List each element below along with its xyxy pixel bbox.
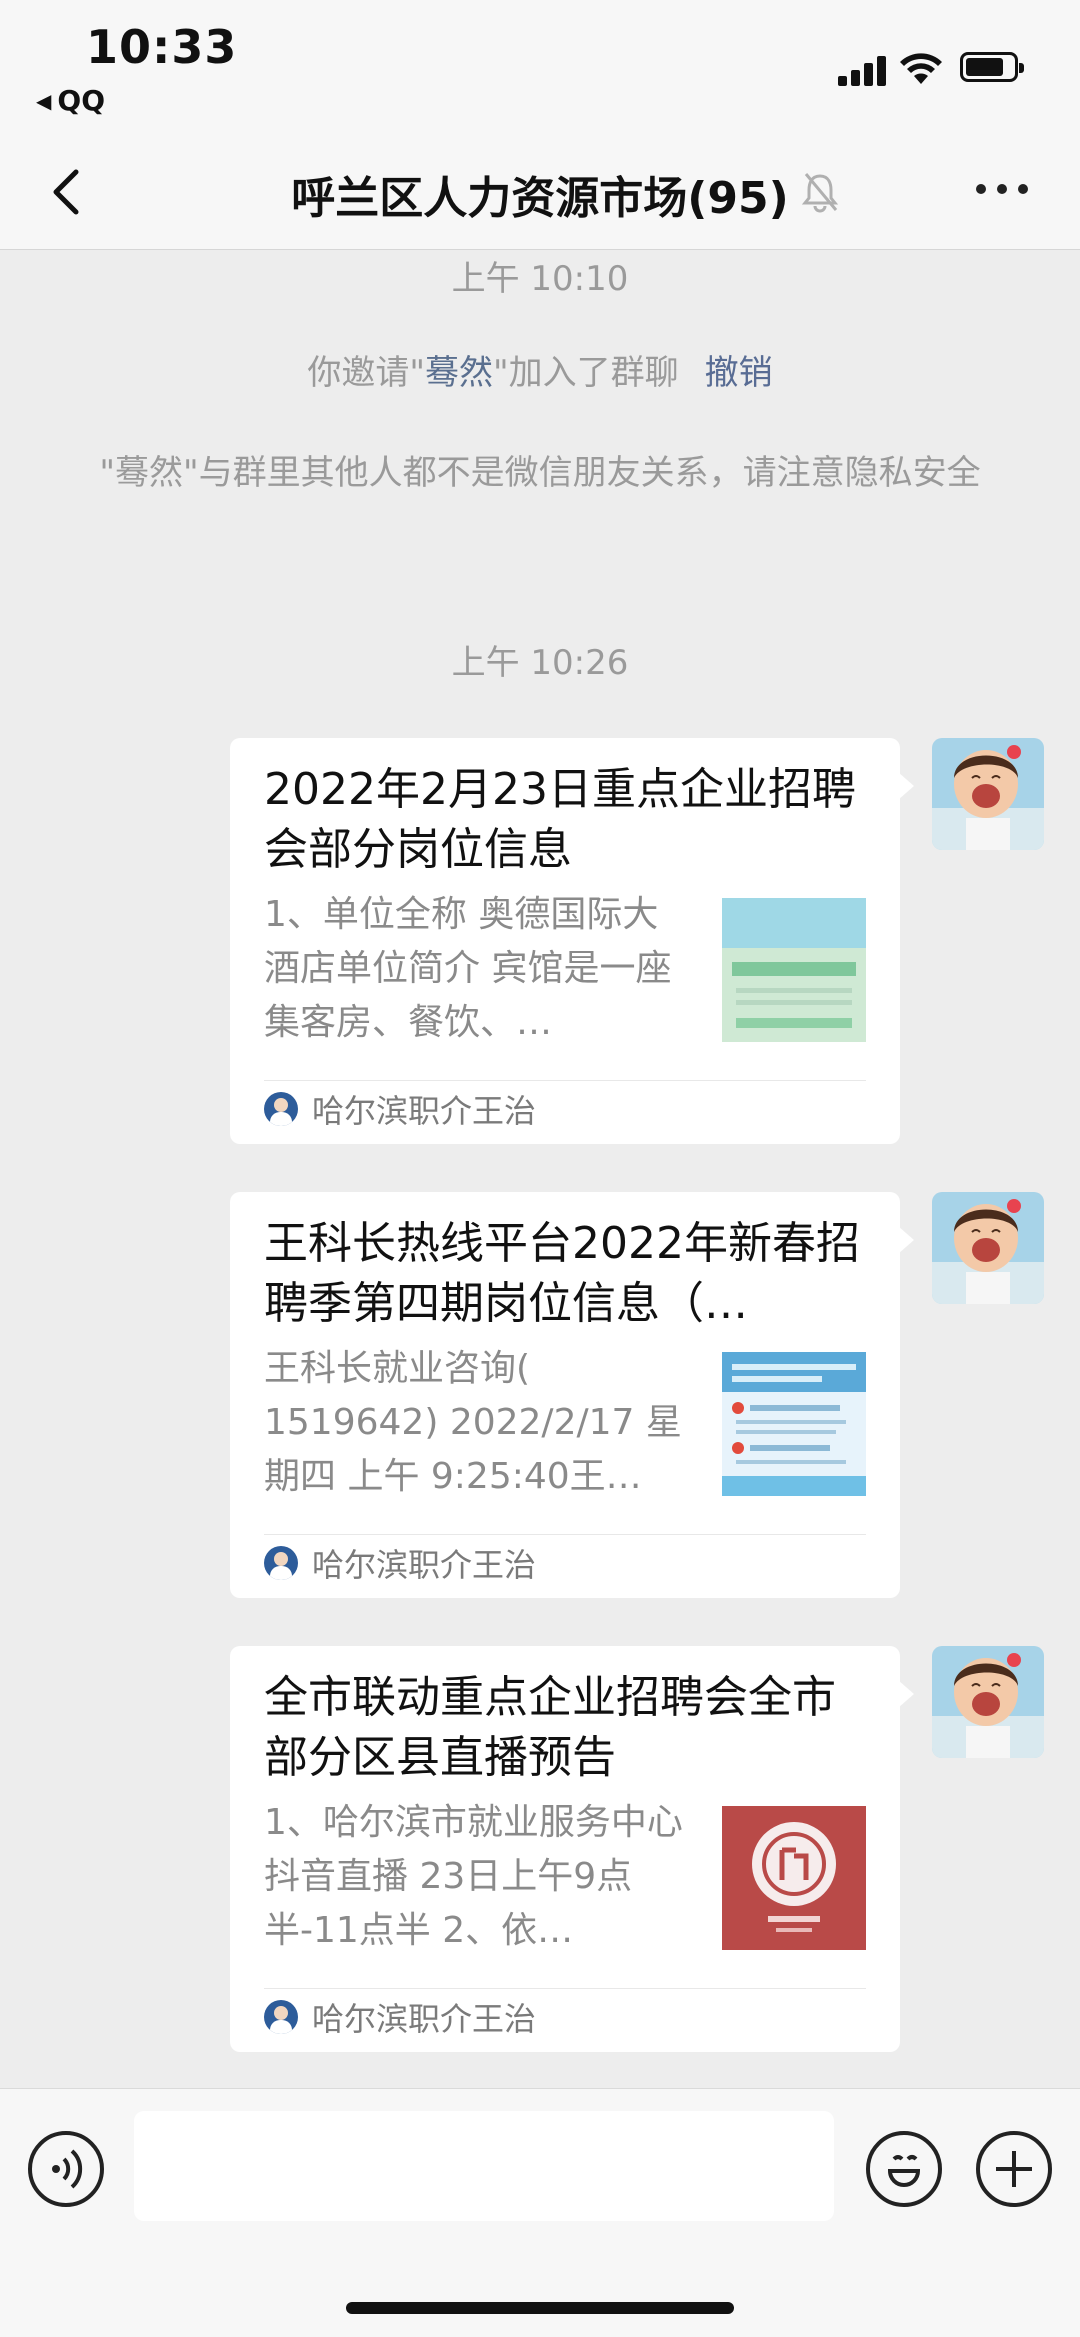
invite-text-pre: 你邀请": [307, 353, 425, 393]
card-source: 哈尔滨职介王治: [264, 1086, 536, 1132]
card-source: 哈尔滨职介王治: [264, 1994, 536, 2040]
message-input[interactable]: [134, 2111, 834, 2221]
privacy-warning: "蓦然"与群里其他人都不是微信朋友关系，请注意隐私安全: [99, 453, 981, 493]
revoke-link[interactable]: 撤销: [705, 353, 773, 393]
avatar-child-image: [932, 1646, 1044, 1758]
back-app-label: QQ: [57, 84, 105, 117]
avatar-child-image: [932, 738, 1044, 850]
card-title: 王科长热线平台2022年新春招聘季第四期岗位信息（…: [264, 1218, 860, 1329]
plus-icon: [996, 2151, 1032, 2187]
source-name: 哈尔滨职介王治: [312, 1092, 537, 1130]
card-description: 1、哈尔滨市就业服务中心抖音直播 23日上午9点半-11点半 2、依…: [264, 1802, 683, 1951]
article-card-2[interactable]: 王科长热线平台2022年新春招聘季第四期岗位信息（… 王科长就业咨询( 1519…: [230, 1192, 914, 1598]
article-card-1[interactable]: 2022年2月23日重点企业招聘会部分岗位信息 1、单位全称 奥德国际大酒店单位…: [230, 738, 914, 1144]
source-avatar-icon: [264, 1546, 298, 1580]
source-avatar-icon: [264, 1092, 298, 1126]
source-avatar-icon: [264, 2000, 298, 2034]
source-name: 哈尔滨职介王治: [312, 2000, 537, 2038]
more-functions-button[interactable]: [976, 2131, 1052, 2207]
battery-icon: [960, 52, 1024, 82]
invite-text-post: "加入了群聊: [493, 353, 679, 393]
card-description: 王科长就业咨询( 1519642) 2022/2/17 星期四 上午 9:25:…: [264, 1348, 682, 1497]
card-title: 2022年2月23日重点企业招聘会部分岗位信息: [264, 764, 856, 875]
avatar[interactable]: [932, 738, 1044, 850]
card-thumbnail: [722, 1806, 866, 1950]
timestamp: 上午 10:10: [451, 259, 629, 299]
source-name: 哈尔滨职介王治: [312, 1546, 537, 1584]
avatar-child-image: [932, 1192, 1044, 1304]
emoji-icon: [887, 2155, 921, 2187]
wifi-icon: [900, 53, 942, 84]
more-options-icon[interactable]: [972, 174, 1032, 204]
voice-input-button[interactable]: [28, 2131, 104, 2207]
card-divider: [264, 1080, 866, 1081]
muted-bell-icon: [801, 173, 839, 213]
back-triangle-icon: ◀: [36, 89, 52, 113]
chat-header: 呼兰区人力资源市场(95): [0, 130, 1080, 250]
back-to-app-link[interactable]: ◀ QQ: [36, 84, 105, 117]
voice-icon: [52, 2149, 83, 2189]
card-source: 哈尔滨职介王治: [264, 1540, 536, 1586]
avatar[interactable]: [932, 1192, 1044, 1304]
article-card-3[interactable]: 全市联动重点企业招聘会全市部分区县直播预告 1、哈尔滨市就业服务中心抖音直播 2…: [230, 1646, 914, 2052]
emoji-button[interactable]: [866, 2131, 942, 2207]
card-thumbnail: [722, 1352, 866, 1496]
input-bar: [0, 2088, 1080, 2337]
card-title: 全市联动重点企业招聘会全市部分区县直播预告: [264, 1672, 836, 1783]
cellular-signal-icon: [838, 56, 886, 86]
card-divider: [264, 1988, 866, 1989]
status-time: 10:33: [86, 20, 238, 74]
card-description: 1、单位全称 奥德国际大酒店单位简介 宾馆是一座集客房、餐饮、…: [264, 894, 672, 1043]
card-divider: [264, 1534, 866, 1535]
timestamp: 上午 10:26: [451, 643, 629, 683]
invited-nickname[interactable]: 蓦然: [425, 353, 493, 393]
invite-notice: 你邀请"蓦然"加入了群聊 撤销: [60, 344, 1020, 402]
card-thumbnail: [722, 898, 866, 1042]
home-indicator[interactable]: [346, 2302, 734, 2314]
status-bar: 10:33 ◀ QQ: [0, 0, 1080, 130]
avatar[interactable]: [932, 1646, 1044, 1758]
chat-title: 呼兰区人力资源市场(95): [291, 173, 789, 224]
